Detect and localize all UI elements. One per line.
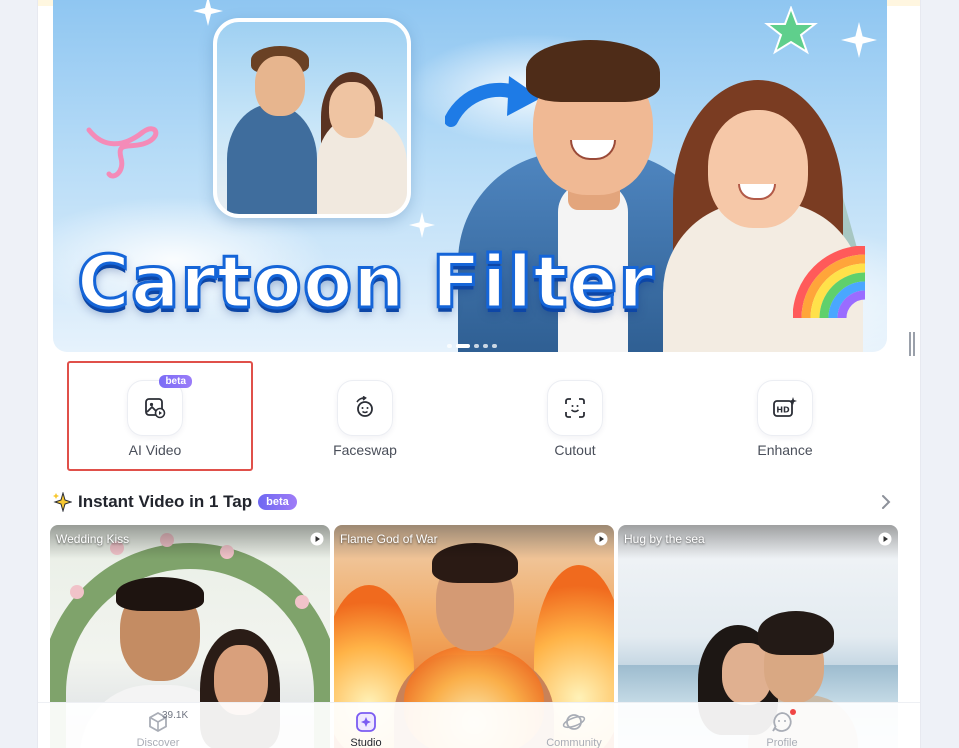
carousel-indicator[interactable] <box>447 344 497 348</box>
carousel-dot[interactable] <box>447 344 452 348</box>
nav-label: Community <box>546 737 602 748</box>
photo-man <box>227 104 317 214</box>
bottom-navigation: 39.1K Discover Studio Community Profile <box>38 702 920 748</box>
planet-icon <box>562 714 586 730</box>
tool-enhance[interactable]: HD Enhance <box>715 380 855 458</box>
sparkle-icon <box>409 212 435 238</box>
nav-label: Discover <box>136 737 180 748</box>
nav-discover[interactable]: 39.1K Discover <box>98 710 218 748</box>
cutout-button[interactable] <box>547 380 603 436</box>
flower <box>70 585 84 599</box>
chevron-right-icon[interactable] <box>880 493 892 511</box>
card-title: Hug by the sea <box>624 532 705 546</box>
cartoon-woman-head <box>708 110 808 228</box>
cartoon-filter-banner[interactable]: Cartoon Filter <box>53 0 887 352</box>
play-icon <box>594 532 608 546</box>
original-photo <box>213 18 411 218</box>
card-title: Flame God of War <box>340 532 438 546</box>
carousel-dot-active[interactable] <box>456 344 470 348</box>
pink-ribbon-icon <box>86 126 159 179</box>
cartoon-man-hair <box>526 40 660 102</box>
nav-label: Studio <box>350 737 382 748</box>
photo-man-head <box>255 56 305 116</box>
nav-community[interactable]: Community <box>514 711 634 748</box>
scrollbar-handle[interactable] <box>909 332 915 356</box>
sparkle-icon <box>841 22 877 58</box>
carousel-dot[interactable] <box>483 344 488 348</box>
tool-label: Cutout <box>554 442 596 458</box>
play-icon <box>878 532 892 546</box>
sparkle-icon <box>53 492 72 512</box>
faceswap-button[interactable] <box>337 380 393 436</box>
faceswap-icon <box>356 396 373 417</box>
rainbow-icon <box>793 246 866 319</box>
profile-icon <box>772 712 792 732</box>
tool-label: Faceswap <box>333 442 397 458</box>
cutout-icon <box>565 398 585 418</box>
green-star-icon <box>764 6 818 55</box>
instant-video-section-header: Instant Video in 1 Tap beta <box>52 489 892 515</box>
studio-icon <box>356 712 376 732</box>
enhance-button[interactable]: HD <box>757 380 813 436</box>
carousel-dot[interactable] <box>474 344 479 348</box>
nav-profile[interactable]: Profile <box>722 709 842 748</box>
tool-faceswap[interactable]: Faceswap <box>295 380 435 458</box>
tool-cutout[interactable]: Cutout <box>505 380 645 458</box>
hd-enhance-icon: HD <box>773 397 797 417</box>
carousel-dot[interactable] <box>492 344 497 348</box>
tool-label: Enhance <box>757 442 813 458</box>
discover-count: 39.1K <box>162 710 189 721</box>
nav-label: Profile <box>766 737 798 748</box>
svg-text:HD: HD <box>776 406 790 415</box>
nav-studio[interactable]: Studio <box>306 711 426 748</box>
banner-title: Cartoon Filter <box>76 240 656 324</box>
flower <box>295 595 309 609</box>
groom-hair <box>116 577 204 611</box>
photo-woman-head <box>329 82 375 138</box>
selection-highlight <box>67 361 253 471</box>
notification-dot <box>790 709 796 715</box>
beta-badge: beta <box>258 494 297 510</box>
sparkle-icon <box>193 0 223 26</box>
card-title: Wedding Kiss <box>56 532 130 546</box>
man-hair <box>758 611 834 655</box>
section-title: Instant Video in 1 Tap <box>78 492 253 511</box>
play-icon <box>310 532 324 546</box>
